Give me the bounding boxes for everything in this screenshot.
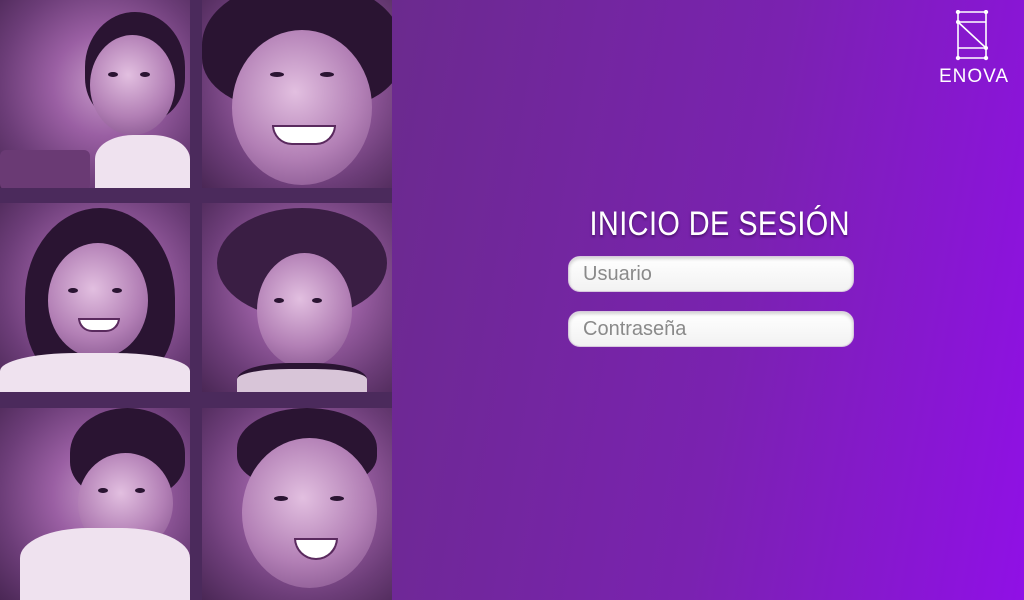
photo-boy-with-hat bbox=[202, 203, 392, 392]
enova-logo: ENOVA bbox=[934, 10, 1014, 88]
login-title: INICIO DE SESIÓN bbox=[589, 205, 850, 243]
login-form: INICIO DE SESIÓN bbox=[568, 205, 854, 347]
username-input[interactable] bbox=[568, 256, 854, 292]
photo-girl-with-bow bbox=[0, 203, 190, 392]
photo-girl-at-desk bbox=[0, 408, 190, 600]
logo-text: ENOVA bbox=[938, 66, 1010, 87]
photo-laughing-boy bbox=[202, 408, 392, 600]
password-input[interactable] bbox=[568, 311, 854, 347]
enova-logo-icon bbox=[955, 10, 989, 61]
photo-girl-writing bbox=[0, 0, 190, 188]
photo-collage bbox=[0, 0, 392, 600]
photo-smiling-girl bbox=[202, 0, 392, 188]
